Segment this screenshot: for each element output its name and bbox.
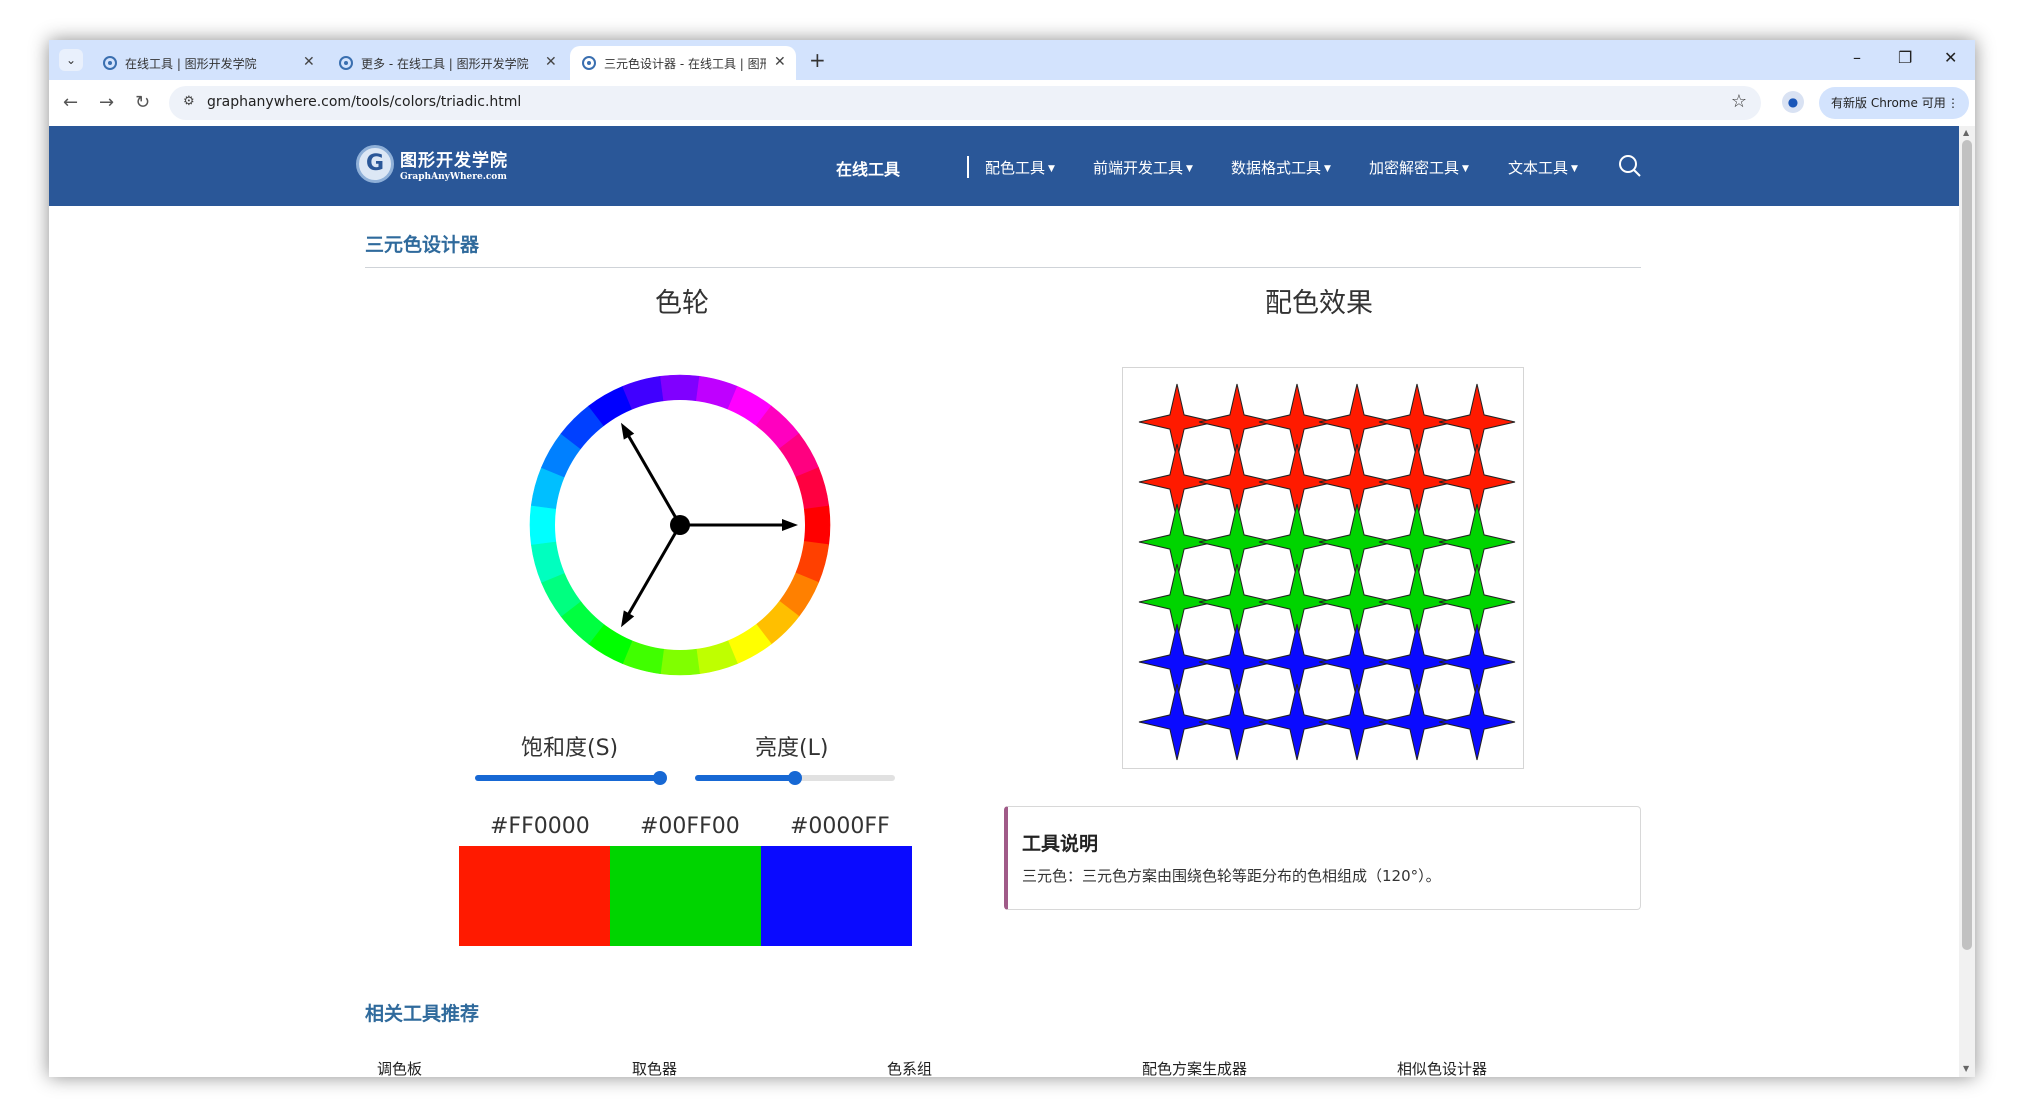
tab-close-icon[interactable]: ✕ <box>303 54 315 70</box>
nav-text-tools[interactable]: 文本工具 ▼ <box>1508 157 1578 178</box>
wheel-hue-segment[interactable] <box>660 374 700 402</box>
related-tool-palette[interactable]: 调色板 <box>377 1058 422 1077</box>
caret-down-icon: ▼ <box>1571 163 1578 174</box>
site-logo-icon[interactable]: G <box>356 145 394 183</box>
related-tools-title: 相关工具推荐 <box>365 1003 480 1025</box>
search-icon[interactable] <box>1618 154 1642 178</box>
tab-title: 三元色设计器 - 在线工具 | 图形 <box>604 57 766 71</box>
back-icon[interactable]: ← <box>63 92 78 113</box>
profile-avatar-icon[interactable]: ● <box>1782 91 1804 113</box>
nav-divider <box>967 156 969 178</box>
scrollbar-thumb[interactable] <box>1962 140 1972 950</box>
slider-thumb[interactable] <box>788 771 802 785</box>
tab-search-dropdown-icon[interactable]: ⌄ <box>59 49 83 71</box>
nav-label: 数据格式工具 <box>1231 159 1322 177</box>
nav-label: 前端开发工具 <box>1093 159 1184 177</box>
color-swatch-1[interactable] <box>459 846 610 946</box>
page-viewport: G 图形开发学院 GraphAnyWhere.com 在线工具 配色工具 ▼ 前端… <box>49 126 1975 1077</box>
wheel-pivot <box>670 515 690 535</box>
site-header: G 图形开发学院 GraphAnyWhere.com 在线工具 配色工具 ▼ 前端… <box>49 126 1959 206</box>
site-info-icon[interactable]: ⚙ <box>183 94 195 109</box>
tab-title: 更多 - 在线工具 | 图形开发学院 <box>361 57 529 71</box>
tab-triadic-designer[interactable]: 三元色设计器 - 在线工具 | 图形 ✕ <box>570 46 796 80</box>
address-url[interactable]: graphanywhere.com/tools/colors/triadic.h… <box>207 94 521 110</box>
tool-description-title: 工具说明 <box>1022 833 1099 855</box>
address-bar[interactable]: ⚙ graphanywhere.com/tools/colors/triadic… <box>169 86 1761 120</box>
tab-more-tools[interactable]: 更多 - 在线工具 | 图形开发学院 ✕ <box>327 46 569 80</box>
saturation-slider[interactable] <box>475 768 667 788</box>
caret-down-icon: ▼ <box>1324 163 1331 174</box>
minimize-icon[interactable]: – <box>1853 48 1861 67</box>
preview-title: 配色效果 <box>1265 288 1373 319</box>
nav-label: 文本工具 <box>1508 159 1569 177</box>
tool-description-box: 工具说明 三元色：三元色方案由围绕色轮等距分布的色相组成（120°）。 <box>1004 806 1641 910</box>
star-pattern-preview <box>1138 383 1516 761</box>
color-hex-3: #0000FF <box>790 814 890 839</box>
color-hex-1: #FF0000 <box>490 814 590 839</box>
tool-description-text: 三元色：三元色方案由围绕色轮等距分布的色相组成（120°）。 <box>1022 867 1441 885</box>
related-tool-scheme-generator[interactable]: 配色方案生成器 <box>1142 1058 1247 1077</box>
related-tool-analogous-designer[interactable]: 相似色设计器 <box>1397 1058 1487 1077</box>
page-title: 三元色设计器 <box>365 234 480 256</box>
color-preview-panel <box>1122 367 1524 769</box>
browser-toolbar: ← → ↻ ⚙ graphanywhere.com/tools/colors/t… <box>49 80 1975 126</box>
nav-data-format-tools[interactable]: 数据格式工具 ▼ <box>1231 157 1331 178</box>
forward-icon[interactable]: → <box>99 92 114 113</box>
close-window-icon[interactable]: ✕ <box>1944 48 1957 67</box>
page-scrollbar[interactable]: ▲ ▼ <box>1959 126 1975 1077</box>
site-favicon-icon <box>103 56 117 70</box>
bookmark-star-icon[interactable]: ☆ <box>1731 91 1747 112</box>
color-swatch-3[interactable] <box>761 846 912 946</box>
color-swatch-2[interactable] <box>610 846 761 946</box>
color-wheel[interactable] <box>519 364 841 686</box>
color-wheel-title: 色轮 <box>655 288 709 319</box>
browser-window: ⌄ 在线工具 | 图形开发学院 ✕ 更多 - 在线工具 | 图形开发学院 ✕ 三… <box>49 40 1975 1077</box>
chrome-menu-icon[interactable]: ⋮ <box>1947 87 1959 119</box>
related-tool-color-picker[interactable]: 取色器 <box>632 1058 677 1077</box>
chrome-update-label: 有新版 Chrome 可用 <box>1831 96 1946 110</box>
lightness-label: 亮度(L) <box>755 736 829 761</box>
tab-close-icon[interactable]: ✕ <box>545 54 557 70</box>
chrome-update-button[interactable]: 有新版 Chrome 可用 ⋮ <box>1819 87 1969 119</box>
restore-icon[interactable]: ❐ <box>1898 48 1912 67</box>
site-favicon-icon <box>339 56 353 70</box>
site-logo-domain[interactable]: GraphAnyWhere.com <box>400 172 507 182</box>
tab-online-tools[interactable]: 在线工具 | 图形开发学院 ✕ <box>91 46 327 80</box>
site-favicon-icon <box>582 56 596 70</box>
wheel-hue-segment[interactable] <box>803 505 831 545</box>
lightness-slider[interactable] <box>695 768 895 788</box>
nav-color-tools[interactable]: 配色工具 ▼ <box>985 157 1055 178</box>
caret-down-icon: ▼ <box>1186 163 1193 174</box>
nav-online-tools[interactable]: 在线工具 <box>836 156 900 180</box>
nav-label: 配色工具 <box>985 159 1046 177</box>
tab-strip: ⌄ 在线工具 | 图形开发学院 ✕ 更多 - 在线工具 | 图形开发学院 ✕ 三… <box>49 40 1975 80</box>
preview-star <box>1438 683 1516 761</box>
saturation-label: 饱和度(S) <box>521 736 619 761</box>
nav-label: 加密解密工具 <box>1369 159 1460 177</box>
tab-title: 在线工具 | 图形开发学院 <box>125 57 257 71</box>
slider-thumb[interactable] <box>653 771 667 785</box>
tab-close-icon[interactable]: ✕ <box>774 54 786 70</box>
scroll-down-icon[interactable]: ▼ <box>1963 1064 1969 1073</box>
scroll-up-icon[interactable]: ▲ <box>1963 128 1969 137</box>
color-hex-2: #00FF00 <box>640 814 740 839</box>
related-tool-color-family[interactable]: 色系组 <box>887 1058 932 1077</box>
wheel-hue-segment[interactable] <box>660 648 700 676</box>
slider-fill <box>695 775 792 781</box>
slider-fill <box>475 775 660 781</box>
nav-crypto-tools[interactable]: 加密解密工具 ▼ <box>1369 157 1469 178</box>
reload-icon[interactable]: ↻ <box>135 92 150 113</box>
caret-down-icon: ▼ <box>1462 163 1469 174</box>
nav-frontend-tools[interactable]: 前端开发工具 ▼ <box>1093 157 1193 178</box>
title-divider <box>365 267 1641 268</box>
caret-down-icon: ▼ <box>1048 163 1055 174</box>
site-logo-name[interactable]: 图形开发学院 <box>400 146 508 171</box>
new-tab-icon[interactable]: + <box>809 48 826 72</box>
wheel-hue-segment[interactable] <box>529 505 557 545</box>
